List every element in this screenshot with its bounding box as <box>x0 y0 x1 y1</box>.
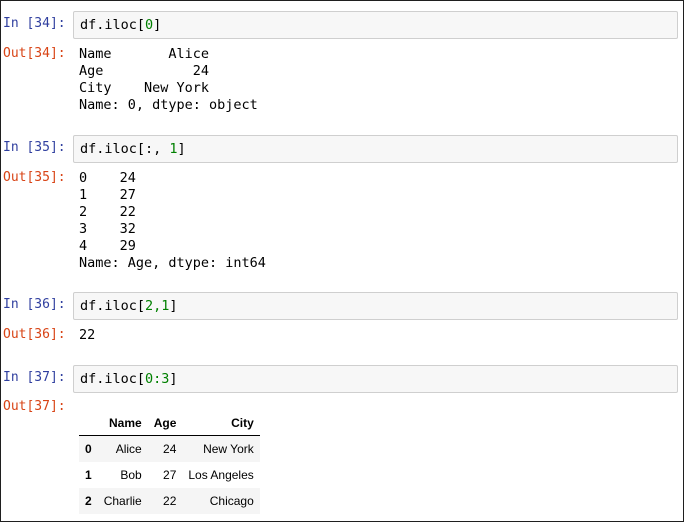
row-index: 2 <box>85 494 92 508</box>
code-number: 1 <box>169 141 178 157</box>
column-header: Name <box>97 411 148 436</box>
output-prompt: Out[36]: <box>3 327 66 342</box>
code-text: df.iloc[ <box>80 298 146 314</box>
column-header: Age <box>147 411 183 436</box>
table-row: 0 Alice 24 New York <box>79 435 260 462</box>
dataframe-table: Name Age City 0 Alice 24 New York 1 Bob … <box>79 411 260 514</box>
code-cell-input[interactable]: df.iloc[2,1] <box>73 292 678 320</box>
table-cell: New York <box>203 442 254 456</box>
column-header: City <box>182 411 260 436</box>
table-cell: Los Angeles <box>188 468 254 482</box>
code-text: df.iloc[:, <box>80 141 170 157</box>
table-row: 1 Bob 27 Los Angeles <box>79 462 260 488</box>
input-prompt: In [34]: <box>3 16 66 31</box>
code-number: 0:3 <box>145 371 170 387</box>
table-row: 2 Charlie 22 Chicago <box>79 488 260 514</box>
input-prompt: In [36]: <box>3 297 66 312</box>
code-text: df.iloc[ <box>80 17 146 33</box>
table-cell: 27 <box>163 468 177 482</box>
table-cell: Bob <box>120 468 142 482</box>
code-text: ] <box>169 298 178 314</box>
input-prompt: In [35]: <box>3 140 66 155</box>
cell-output: 22 <box>79 327 96 343</box>
code-cell-input[interactable]: df.iloc[0:3] <box>73 365 678 393</box>
notebook: In [34]: df.iloc[0] Out[34]: Name Alice … <box>0 0 684 522</box>
row-index: 0 <box>85 442 92 456</box>
input-prompt: In [37]: <box>3 370 66 385</box>
table-cell: Alice <box>115 442 142 456</box>
row-index: 1 <box>85 468 92 482</box>
code-number: 2,1 <box>145 298 170 314</box>
code-cell-input[interactable]: df.iloc[:, 1] <box>73 135 678 163</box>
table-cell: Charlie <box>103 494 142 508</box>
table-header-row: Name Age City <box>79 411 260 436</box>
output-prompt: Out[35]: <box>3 170 66 185</box>
table-cell: 22 <box>163 494 177 508</box>
code-number: 0 <box>145 17 154 33</box>
output-prompt: Out[34]: <box>3 46 66 61</box>
code-text: ] <box>153 17 162 33</box>
code-cell-input[interactable]: df.iloc[0] <box>73 11 678 39</box>
index-header <box>79 411 98 436</box>
table-cell: Chicago <box>209 494 254 508</box>
cell-output: 0 24 1 27 2 22 3 32 4 29 Name: Age, dtyp… <box>79 170 266 271</box>
code-text: ] <box>169 371 178 387</box>
cell-output: Name Alice Age 24 City New York Name: 0,… <box>79 46 258 113</box>
dataframe-output: Name Age City 0 Alice 24 New York 1 Bob … <box>79 411 260 514</box>
code-text: df.iloc[ <box>80 371 146 387</box>
output-prompt: Out[37]: <box>3 399 66 414</box>
code-text: ] <box>177 141 186 157</box>
table-cell: 24 <box>163 442 177 456</box>
